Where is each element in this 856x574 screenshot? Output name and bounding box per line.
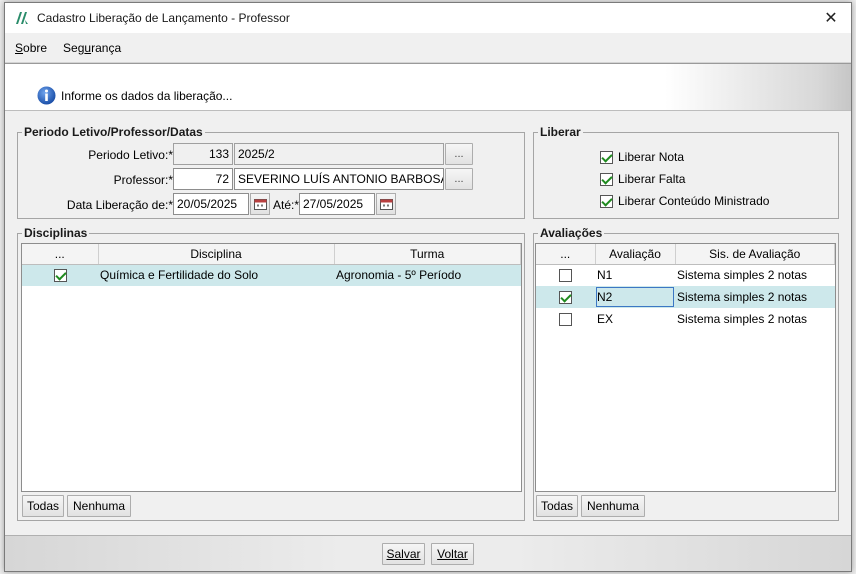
window-title: Cadastro Liberação de Lançamento - Profe… <box>37 11 290 25</box>
liberar-nota-checkbox[interactable] <box>600 150 613 164</box>
disciplinas-todas-button[interactable]: Todas <box>22 495 64 517</box>
periodo-name-field[interactable]: 2025/2 <box>234 143 444 165</box>
table-row[interactable]: EX Sistema simples 2 notas <box>536 308 835 330</box>
professor-name-field[interactable]: SEVERINO LUÍS ANTONIO BARBOSA <box>234 168 444 190</box>
liberar-nota-option[interactable]: Liberar Nota <box>600 150 684 164</box>
data-liberacao-label: Data Liberação de:* <box>66 198 173 212</box>
menu-seguranca[interactable]: Segurança <box>55 41 129 55</box>
disciplinas-grid[interactable]: ... Disciplina Turma Química e Fertilida… <box>21 243 522 492</box>
voltar-label: Voltar <box>437 547 468 561</box>
calendar-icon <box>379 198 393 210</box>
sistema-cell[interactable]: Sistema simples 2 notas <box>675 286 835 308</box>
avaliacoes-nenhuma-button[interactable]: Nenhuma <box>581 495 645 517</box>
data-ate-field[interactable]: 27/05/2025 <box>299 193 375 215</box>
liberar-falta-label: Liberar Falta <box>618 172 686 186</box>
liberar-conteudo-label: Liberar Conteúdo Ministrado <box>618 194 770 208</box>
col-turma-header[interactable]: Turma <box>334 244 521 265</box>
disciplinas-header-row: ... Disciplina Turma <box>22 244 521 265</box>
table-row[interactable]: Química e Fertilidade do Solo Agronomia … <box>22 264 521 286</box>
ate-label: Até:* <box>272 198 299 212</box>
salvar-button[interactable]: Salvar <box>382 543 425 565</box>
liberar-falta-option[interactable]: Liberar Falta <box>600 172 685 186</box>
data-de-field[interactable]: 20/05/2025 <box>173 193 249 215</box>
data-ate-calendar-button[interactable] <box>376 193 396 215</box>
professor-code-field[interactable]: 72 <box>173 168 233 190</box>
col-sistema-header[interactable]: Sis. de Avaliação <box>675 244 835 265</box>
avaliacao-cell[interactable]: N2 <box>595 286 675 308</box>
col-select-header[interactable]: ... <box>22 244 99 265</box>
disciplina-cell[interactable]: Química e Fertilidade do Solo <box>98 264 334 286</box>
col-select-header[interactable]: ... <box>536 244 596 265</box>
liberar-nota-label: Liberar Nota <box>618 150 685 164</box>
periodo-lookup-button[interactable]: ... <box>445 143 473 165</box>
banner-text: Informe os dados da liberação... <box>61 89 233 103</box>
avaliacoes-header-row: ... Avaliação Sis. de Avaliação <box>536 244 835 265</box>
avaliacao-cell[interactable]: N1 <box>595 264 675 286</box>
col-avaliacao-header[interactable]: Avaliação <box>595 244 676 265</box>
close-icon: ✕ <box>824 10 838 27</box>
row-checkbox[interactable] <box>559 269 572 283</box>
professor-label: Professor:* <box>113 173 173 187</box>
sistema-cell[interactable]: Sistema simples 2 notas <box>675 308 835 330</box>
table-row[interactable]: N1 Sistema simples 2 notas <box>536 264 835 286</box>
col-disciplina-header[interactable]: Disciplina <box>98 244 335 265</box>
periodo-code-field[interactable]: 133 <box>173 143 233 165</box>
avaliacoes-grid[interactable]: ... Avaliação Sis. de Avaliação N1 Siste… <box>535 243 836 492</box>
calendar-icon <box>253 198 267 210</box>
row-checkbox-cell[interactable] <box>536 308 595 330</box>
close-button[interactable]: ✕ <box>811 3 851 33</box>
professor-lookup-button[interactable]: ... <box>445 168 473 190</box>
dialog-window: Cadastro Liberação de Lançamento - Profe… <box>4 2 852 572</box>
turma-cell[interactable]: Agronomia - 5º Período <box>334 264 521 286</box>
row-checkbox[interactable] <box>53 269 67 283</box>
periodo-label: Periodo Letivo:* <box>88 148 173 162</box>
liberar-legend: Liberar <box>540 125 581 139</box>
menu-bar: Sobre Segurança <box>5 33 851 63</box>
row-checkbox-cell[interactable] <box>22 264 98 286</box>
avaliacoes-legend: Avaliações <box>540 226 603 240</box>
liberar-conteudo-option[interactable]: Liberar Conteúdo Ministrado <box>600 194 769 208</box>
avaliacoes-todas-button[interactable]: Todas <box>536 495 578 517</box>
menu-sobre[interactable]: Sobre <box>7 41 55 55</box>
app-logo-icon <box>16 12 28 24</box>
disciplinas-nenhuma-button[interactable]: Nenhuma <box>67 495 131 517</box>
sistema-cell[interactable]: Sistema simples 2 notas <box>675 264 835 286</box>
liberar-falta-checkbox[interactable] <box>600 172 613 186</box>
row-checkbox[interactable] <box>559 291 572 305</box>
periodo-legend: Periodo Letivo/Professor/Datas <box>24 125 203 139</box>
disciplinas-legend: Disciplinas <box>24 226 88 240</box>
voltar-button[interactable]: Voltar <box>431 543 474 565</box>
avaliacao-cell[interactable]: EX <box>595 308 675 330</box>
info-banner: Informe os dados da liberação... <box>5 63 851 111</box>
title-bar: Cadastro Liberação de Lançamento - Profe… <box>5 3 851 33</box>
liberar-conteudo-checkbox[interactable] <box>600 194 613 208</box>
row-checkbox-cell[interactable] <box>536 264 595 286</box>
salvar-label: Salvar <box>386 547 421 561</box>
info-icon <box>37 86 56 105</box>
footer-bar: Salvar Voltar <box>5 535 851 571</box>
row-checkbox[interactable] <box>559 313 572 327</box>
row-checkbox-cell[interactable] <box>536 286 595 308</box>
table-row[interactable]: N2 Sistema simples 2 notas <box>536 286 835 308</box>
